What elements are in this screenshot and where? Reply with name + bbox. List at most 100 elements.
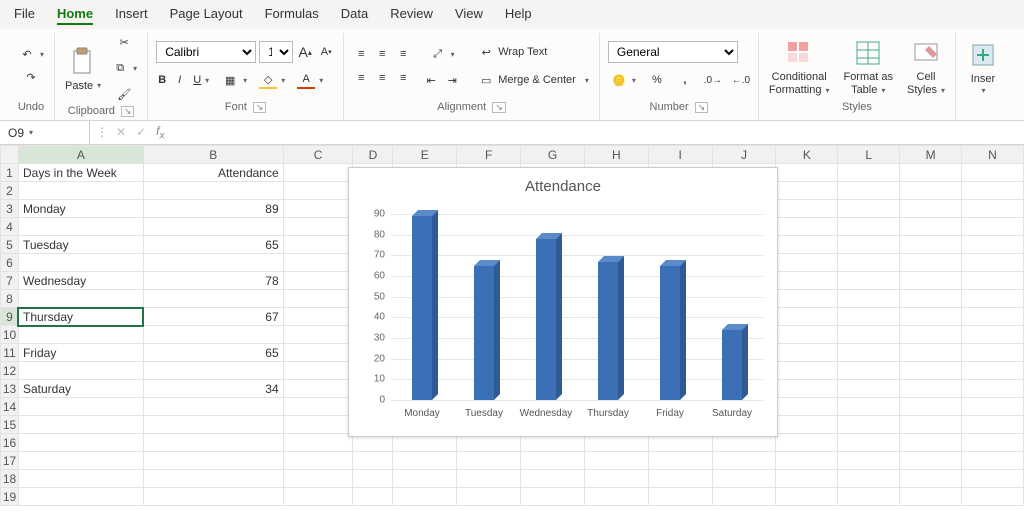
cell-M19[interactable] bbox=[900, 488, 962, 506]
cell-A13[interactable]: Saturday bbox=[18, 380, 143, 398]
cell-L17[interactable] bbox=[838, 452, 900, 470]
cell-M3[interactable] bbox=[900, 200, 962, 218]
undo-button[interactable]: ↶▾ bbox=[16, 44, 46, 66]
redo-button[interactable]: ↷ bbox=[20, 67, 42, 89]
cell-styles-button[interactable]: Cell Styles▾ bbox=[905, 34, 947, 98]
cell-K18[interactable] bbox=[776, 470, 838, 488]
cell-A9[interactable]: Thursday bbox=[18, 308, 143, 326]
cell-K12[interactable] bbox=[776, 362, 838, 380]
cell-L13[interactable] bbox=[838, 380, 900, 398]
cell-M14[interactable] bbox=[900, 398, 962, 416]
cell-N12[interactable] bbox=[962, 362, 1024, 380]
cell-M8[interactable] bbox=[900, 290, 962, 308]
cell-B19[interactable] bbox=[143, 488, 283, 506]
cell-A4[interactable] bbox=[18, 218, 143, 236]
cell-L15[interactable] bbox=[838, 416, 900, 434]
column-header-J[interactable]: J bbox=[712, 146, 776, 164]
row-header-12[interactable]: 12 bbox=[1, 362, 19, 380]
cell-B6[interactable] bbox=[143, 254, 283, 272]
cell-C2[interactable] bbox=[283, 182, 353, 200]
cell-K15[interactable] bbox=[776, 416, 838, 434]
cell-M13[interactable] bbox=[900, 380, 962, 398]
cell-A10[interactable] bbox=[18, 326, 143, 344]
cell-A15[interactable] bbox=[18, 416, 143, 434]
cell-K9[interactable] bbox=[776, 308, 838, 326]
decrease-indent-button[interactable]: ⇤ bbox=[422, 71, 440, 89]
align-top-button[interactable]: ≡ bbox=[352, 45, 370, 63]
cell-N1[interactable] bbox=[962, 164, 1024, 182]
cell-B15[interactable] bbox=[143, 416, 283, 434]
cell-K6[interactable] bbox=[776, 254, 838, 272]
cell-N13[interactable] bbox=[962, 380, 1024, 398]
cell-A16[interactable] bbox=[18, 434, 143, 452]
cell-M17[interactable] bbox=[900, 452, 962, 470]
column-header-D[interactable]: D bbox=[353, 146, 393, 164]
font-color-button[interactable]: A▾ bbox=[295, 69, 325, 91]
cell-I18[interactable] bbox=[648, 470, 712, 488]
cell-M10[interactable] bbox=[900, 326, 962, 344]
cell-A19[interactable] bbox=[18, 488, 143, 506]
cell-H19[interactable] bbox=[584, 488, 648, 506]
cell-M7[interactable] bbox=[900, 272, 962, 290]
bold-button[interactable]: B bbox=[156, 72, 168, 88]
cell-A3[interactable]: Monday bbox=[18, 200, 143, 218]
cell-B16[interactable] bbox=[143, 434, 283, 452]
cell-L11[interactable] bbox=[838, 344, 900, 362]
copy-button[interactable]: ⧉▾ bbox=[109, 57, 139, 79]
cell-A14[interactable] bbox=[18, 398, 143, 416]
cell-N18[interactable] bbox=[962, 470, 1024, 488]
cell-L10[interactable] bbox=[838, 326, 900, 344]
cell-L12[interactable] bbox=[838, 362, 900, 380]
cell-M5[interactable] bbox=[900, 236, 962, 254]
cell-J19[interactable] bbox=[712, 488, 776, 506]
cell-N5[interactable] bbox=[962, 236, 1024, 254]
row-header-9[interactable]: 9 bbox=[1, 308, 19, 326]
cell-M9[interactable] bbox=[900, 308, 962, 326]
cancel-formula-button[interactable]: ✕ bbox=[114, 123, 128, 141]
enter-formula-button[interactable]: ✓ bbox=[134, 123, 148, 141]
cell-N7[interactable] bbox=[962, 272, 1024, 290]
cell-D18[interactable] bbox=[353, 470, 393, 488]
cell-K3[interactable] bbox=[776, 200, 838, 218]
conditional-formatting-button[interactable]: Conditional Formatting▾ bbox=[767, 34, 832, 98]
cell-F18[interactable] bbox=[457, 470, 521, 488]
cell-C18[interactable] bbox=[283, 470, 353, 488]
cell-N16[interactable] bbox=[962, 434, 1024, 452]
column-header-F[interactable]: F bbox=[457, 146, 521, 164]
cell-N6[interactable] bbox=[962, 254, 1024, 272]
cell-N8[interactable] bbox=[962, 290, 1024, 308]
font-dialog-launcher[interactable]: ↘ bbox=[253, 102, 267, 113]
cell-N10[interactable] bbox=[962, 326, 1024, 344]
decrease-decimal-button[interactable]: ←.0 bbox=[732, 71, 750, 89]
cell-K14[interactable] bbox=[776, 398, 838, 416]
cell-N4[interactable] bbox=[962, 218, 1024, 236]
row-header-5[interactable]: 5 bbox=[1, 236, 19, 254]
cell-A7[interactable]: Wednesday bbox=[18, 272, 143, 290]
cell-C17[interactable] bbox=[283, 452, 353, 470]
cell-C16[interactable] bbox=[283, 434, 353, 452]
menu-home[interactable]: Home bbox=[57, 6, 93, 25]
cell-C11[interactable] bbox=[283, 344, 353, 362]
alignment-dialog-launcher[interactable]: ↘ bbox=[492, 102, 506, 113]
cell-B1[interactable]: Attendance bbox=[143, 164, 283, 182]
row-header-1[interactable]: 1 bbox=[1, 164, 19, 182]
cell-I17[interactable] bbox=[648, 452, 712, 470]
cell-E19[interactable] bbox=[393, 488, 457, 506]
cell-N19[interactable] bbox=[962, 488, 1024, 506]
cell-H18[interactable] bbox=[584, 470, 648, 488]
cell-G19[interactable] bbox=[521, 488, 585, 506]
font-size-select[interactable]: 11 bbox=[259, 41, 293, 63]
cell-N14[interactable] bbox=[962, 398, 1024, 416]
cell-B11[interactable]: 65 bbox=[143, 344, 283, 362]
merge-center-button[interactable]: ▭Merge & Center▾ bbox=[475, 69, 591, 91]
cell-C8[interactable] bbox=[283, 290, 353, 308]
cell-A17[interactable] bbox=[18, 452, 143, 470]
cell-A2[interactable] bbox=[18, 182, 143, 200]
cell-G18[interactable] bbox=[521, 470, 585, 488]
cell-K7[interactable] bbox=[776, 272, 838, 290]
insert-function-button[interactable]: fx bbox=[154, 122, 166, 143]
cell-M15[interactable] bbox=[900, 416, 962, 434]
cell-C9[interactable] bbox=[283, 308, 353, 326]
cell-A6[interactable] bbox=[18, 254, 143, 272]
cell-N2[interactable] bbox=[962, 182, 1024, 200]
